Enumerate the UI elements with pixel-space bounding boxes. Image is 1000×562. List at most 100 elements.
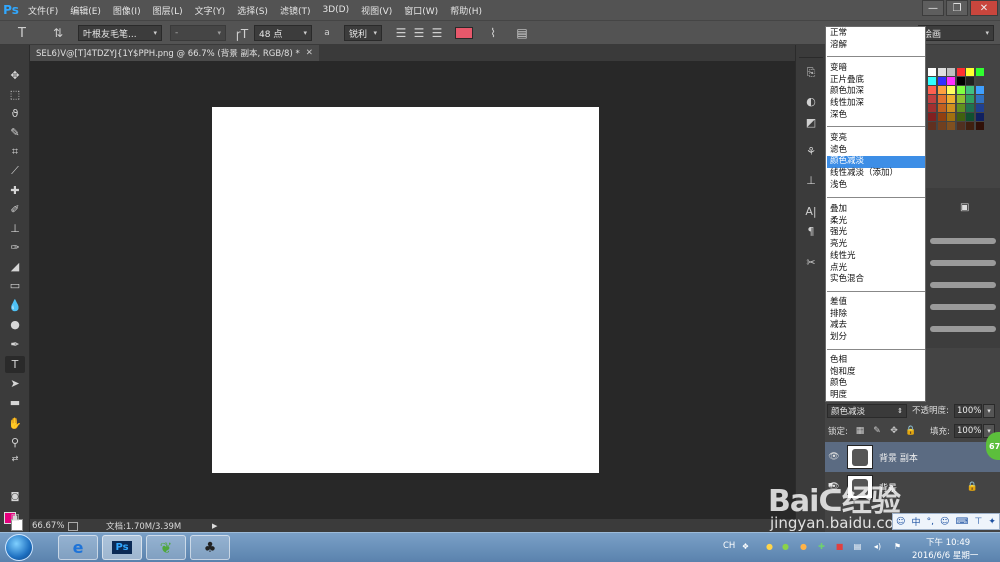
- tray-app-icon[interactable]: ■: [834, 541, 845, 552]
- brush-stroke-preview[interactable]: [930, 326, 996, 332]
- restore-button[interactable]: ❐: [946, 0, 968, 16]
- color-swatch[interactable]: [975, 77, 984, 85]
- styles-panel-icon[interactable]: ◩: [802, 114, 820, 130]
- color-swatch[interactable]: [928, 68, 936, 76]
- blend-option-soft-light[interactable]: 柔光: [827, 216, 925, 228]
- blend-option-overlay[interactable]: 叠加: [827, 204, 925, 216]
- color-swatch[interactable]: [937, 86, 946, 94]
- color-swatch[interactable]: [937, 113, 946, 121]
- volume-icon[interactable]: ◂): [872, 541, 883, 552]
- language-indicator[interactable]: CH: [723, 541, 735, 551]
- eyedropper-tool-icon[interactable]: ⟋: [5, 162, 25, 179]
- blend-option-linear-light[interactable]: 线性光: [827, 251, 925, 263]
- fill-input[interactable]: 100%: [954, 424, 982, 438]
- swatches-panel[interactable]: [928, 68, 985, 131]
- visibility-eye-icon[interactable]: 👁: [825, 452, 843, 462]
- blend-option-difference[interactable]: 差值: [827, 297, 925, 309]
- lock-transparent-icon[interactable]: ▦: [855, 425, 865, 436]
- tray-app-icon[interactable]: ●: [764, 541, 775, 552]
- crop-tool-icon[interactable]: ⌗: [5, 143, 25, 160]
- color-swatch[interactable]: [966, 68, 974, 76]
- color-swatch[interactable]: [947, 104, 955, 112]
- quick-select-tool-icon[interactable]: ✎: [5, 124, 25, 141]
- color-swatch[interactable]: [966, 77, 974, 85]
- color-swatch[interactable]: [947, 86, 955, 94]
- color-swatch[interactable]: [956, 95, 965, 103]
- color-swatch[interactable]: [947, 95, 955, 103]
- clone-source-panel-icon[interactable]: ⊥: [802, 172, 820, 188]
- qq-taskbar-icon[interactable]: ♣: [190, 535, 230, 560]
- color-swatch[interactable]: [966, 122, 974, 130]
- color-swatch[interactable]: [947, 77, 955, 85]
- quick-mask-icon[interactable]: ◙: [5, 488, 25, 505]
- lock-all-icon[interactable]: 🔒: [905, 425, 916, 436]
- layer-row[interactable]: 👁 背景 副本: [825, 442, 1000, 472]
- text-orientation-icon[interactable]: ⇅: [50, 25, 66, 41]
- zoom-tool-icon[interactable]: ⚲: [5, 434, 25, 451]
- brush-stroke-preview[interactable]: [930, 282, 996, 288]
- clock-date[interactable]: 2016/6/6 星期一: [912, 549, 978, 561]
- character-panel-icon[interactable]: ▤: [514, 25, 530, 41]
- marquee-tool-icon[interactable]: ⬚: [5, 86, 25, 103]
- rectangle-tool-icon[interactable]: ▬: [5, 394, 25, 411]
- color-swatch[interactable]: [947, 68, 955, 76]
- start-button[interactable]: [5, 534, 33, 561]
- color-swatch[interactable]: [937, 104, 946, 112]
- color-swatch[interactable]: [975, 104, 984, 112]
- blend-option-normal[interactable]: 正常: [827, 28, 925, 40]
- document-tab[interactable]: SEL6)V@[T]4TDZYJ{1Y$PPH.png @ 66.7% (背景 …: [30, 45, 319, 61]
- close-button[interactable]: ✕: [970, 0, 998, 16]
- clock-time[interactable]: 下午 10:49: [926, 536, 970, 548]
- move-tool-icon[interactable]: ✥: [5, 67, 25, 84]
- blend-option-saturation[interactable]: 饱和度: [827, 367, 925, 379]
- blend-option-vivid-light[interactable]: 亮光: [827, 239, 925, 251]
- ie-taskbar-icon[interactable]: e: [58, 535, 98, 560]
- blend-option-multiply[interactable]: 正片叠底: [827, 75, 925, 87]
- menu-image[interactable]: 图像(I): [107, 4, 147, 17]
- brush-stroke-preview[interactable]: [930, 238, 996, 244]
- punctuation-icon[interactable]: °,: [927, 517, 934, 527]
- color-swatch[interactable]: [937, 122, 946, 130]
- menu-type[interactable]: 文字(Y): [189, 4, 232, 17]
- close-tab-icon[interactable]: ✕: [306, 48, 313, 58]
- character-panel-icon[interactable]: A|: [802, 203, 820, 219]
- minimize-button[interactable]: —: [922, 0, 944, 16]
- color-swatch[interactable]: [937, 77, 946, 85]
- ime-mode-label[interactable]: 中: [911, 515, 920, 528]
- color-swatch[interactable]: [947, 122, 955, 130]
- blend-option-color[interactable]: 颜色: [827, 378, 925, 390]
- font-style-select[interactable]: - ▾: [170, 25, 226, 41]
- color-swatch[interactable]: [928, 104, 936, 112]
- color-swatch[interactable]: [975, 68, 984, 76]
- clone-stamp-tool-icon[interactable]: ⊥: [5, 220, 25, 237]
- layer-blend-mode-select[interactable]: 颜色减淡 ⇕: [827, 404, 907, 418]
- blend-option-hue[interactable]: 色相: [827, 355, 925, 367]
- blend-option-linear-dodge[interactable]: 线性减淡（添加）: [827, 168, 925, 180]
- font-size-select[interactable]: 48 点 ▾: [254, 25, 312, 41]
- opacity-input[interactable]: 100%: [954, 404, 982, 418]
- blend-option-screen[interactable]: 滤色: [827, 145, 925, 157]
- menu-filter[interactable]: 滤镜(T): [274, 4, 317, 17]
- history-panel-icon[interactable]: ⎘: [802, 65, 820, 81]
- color-swatch[interactable]: [956, 113, 965, 121]
- type-tool-preset-icon[interactable]: T: [12, 25, 32, 41]
- brush-folder-icon[interactable]: ▣: [960, 202, 976, 214]
- color-swatch[interactable]: [966, 104, 974, 112]
- align-right-icon[interactable]: ☰: [430, 25, 444, 41]
- color-swatch[interactable]: [956, 68, 965, 76]
- brush-tool-icon[interactable]: ✐: [5, 201, 25, 218]
- menu-3d[interactable]: 3D(D): [316, 5, 355, 15]
- warp-text-icon[interactable]: ⌇: [486, 25, 500, 41]
- lock-position-icon[interactable]: ✥: [889, 425, 899, 436]
- color-swatch[interactable]: [956, 77, 965, 85]
- dodge-tool-icon[interactable]: ●: [5, 316, 25, 333]
- color-swatch[interactable]: [975, 122, 984, 130]
- color-swatch[interactable]: [966, 95, 974, 103]
- history-brush-tool-icon[interactable]: ✑: [5, 239, 25, 256]
- align-center-icon[interactable]: ☰: [412, 25, 426, 41]
- blend-option-exclusion[interactable]: 排除: [827, 309, 925, 321]
- keyboard-icon[interactable]: ⌨: [955, 517, 968, 527]
- menu-file[interactable]: 文件(F): [22, 4, 64, 17]
- notification-badge[interactable]: 67: [986, 432, 1000, 460]
- blend-option-lighter-color[interactable]: 浅色: [827, 180, 925, 192]
